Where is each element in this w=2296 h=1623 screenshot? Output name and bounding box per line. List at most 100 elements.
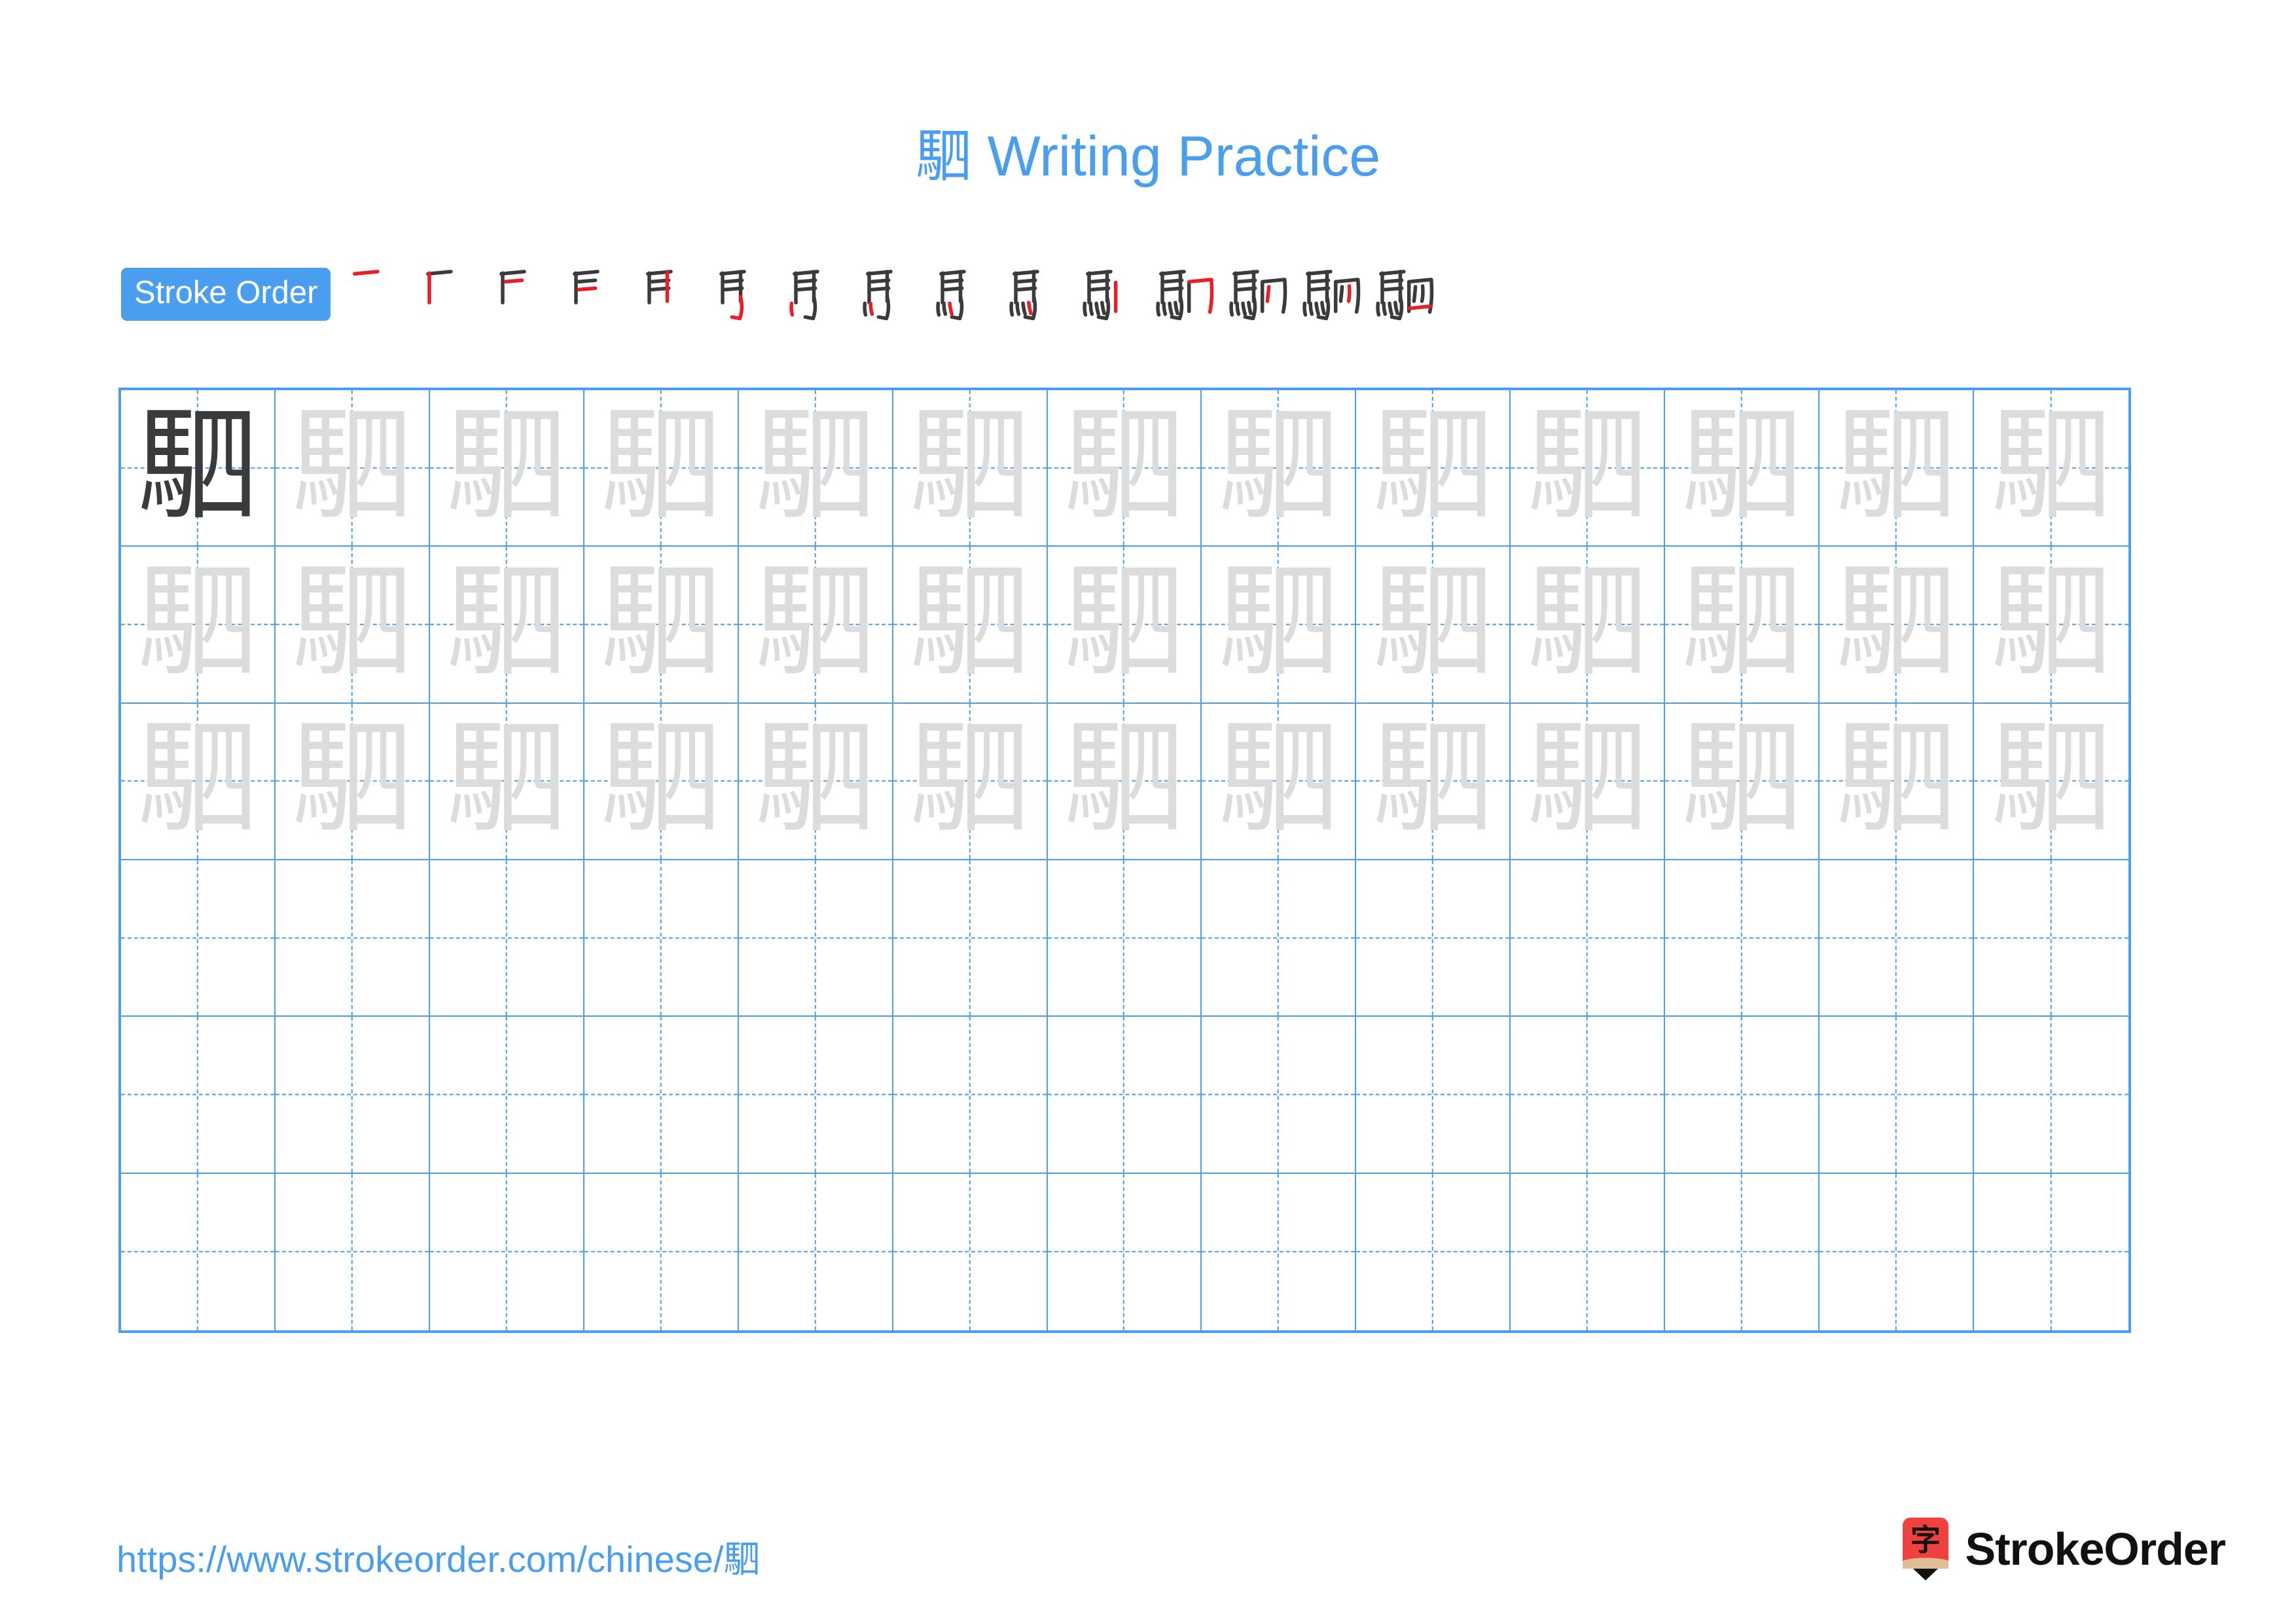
practice-cell-r4-c7[interactable] [1047, 860, 1202, 1017]
practice-cell-r5-c13[interactable] [1974, 1017, 2128, 1174]
practice-cell-r6-c6[interactable] [893, 1173, 1048, 1330]
practice-cell-r1-c9[interactable]: 駟 [1356, 390, 1511, 547]
practice-cell-r5-c10[interactable] [1511, 1017, 1666, 1174]
practice-cell-r3-c12[interactable]: 駟 [1820, 703, 1975, 860]
practice-cell-r2-c12[interactable]: 駟 [1820, 547, 1975, 704]
practice-cell-r5-c7[interactable] [1047, 1017, 1202, 1174]
practice-cell-r1-c12[interactable]: 駟 [1820, 390, 1975, 547]
trace-character: 駟 [445, 550, 567, 693]
practice-cell-r5-c1[interactable] [121, 1017, 276, 1174]
practice-cell-r1-c4[interactable]: 駟 [584, 390, 739, 547]
trace-character: 駟 [1372, 707, 1494, 850]
practice-cell-r5-c11[interactable] [1665, 1017, 1820, 1174]
stroke-step-12 [1147, 258, 1221, 330]
practice-cell-r3-c10[interactable]: 駟 [1511, 703, 1666, 860]
practice-cell-r3-c13[interactable]: 駟 [1974, 704, 2128, 860]
practice-cell-r4-c5[interactable] [738, 860, 893, 1017]
practice-cell-r4-c11[interactable] [1665, 860, 1820, 1017]
stroke-step-10 [1001, 258, 1074, 330]
practice-cell-r2-c7[interactable]: 駟 [1047, 547, 1202, 704]
practice-cell-r4-c3[interactable] [429, 860, 584, 1017]
trace-character: 駟 [1372, 393, 1494, 536]
practice-cell-r5-c6[interactable] [893, 1017, 1048, 1174]
practice-cell-r3-c9[interactable]: 駟 [1356, 703, 1511, 860]
practice-cell-r4-c9[interactable] [1356, 860, 1511, 1017]
practice-cell-r1-c11[interactable]: 駟 [1665, 390, 1820, 547]
practice-cell-r2-c1[interactable]: 駟 [121, 547, 276, 704]
practice-cell-r6-c13[interactable] [1974, 1174, 2128, 1330]
svg-text:字: 字 [1910, 1522, 1941, 1558]
stroke-step-4 [561, 258, 634, 330]
practice-cell-r4-c13[interactable] [1974, 860, 2128, 1017]
practice-cell-r3-c8[interactable]: 駟 [1202, 703, 1357, 860]
practice-cell-r3-c2[interactable]: 駟 [275, 703, 430, 860]
practice-cell-r6-c2[interactable] [276, 1173, 430, 1330]
practice-cell-r5-c8[interactable] [1202, 1017, 1357, 1174]
practice-cell-r6-c7[interactable] [1048, 1173, 1202, 1330]
practice-cell-r6-c4[interactable] [584, 1173, 739, 1330]
practice-cell-r3-c11[interactable]: 駟 [1665, 703, 1820, 860]
trace-character: 駟 [1063, 550, 1185, 693]
practice-cell-r1-c10[interactable]: 駟 [1511, 390, 1666, 547]
practice-cell-r6-c3[interactable] [430, 1173, 584, 1330]
practice-cell-r2-c4[interactable]: 駟 [584, 547, 739, 704]
practice-cell-r6-c11[interactable] [1665, 1173, 1820, 1330]
stroke-order-section: Stroke Order [121, 258, 2163, 330]
practice-cell-r1-c7[interactable]: 駟 [1047, 390, 1202, 547]
practice-cell-r6-c1[interactable] [121, 1173, 276, 1330]
practice-cell-r4-c6[interactable] [893, 860, 1048, 1017]
practice-cell-r6-c8[interactable] [1202, 1173, 1357, 1330]
practice-cell-r6-c12[interactable] [1820, 1173, 1975, 1330]
trace-character: 駟 [600, 707, 722, 850]
practice-cell-r5-c5[interactable] [738, 1017, 893, 1174]
practice-cell-r1-c3[interactable]: 駟 [429, 390, 584, 547]
stroke-order-badge: Stroke Order [121, 267, 331, 321]
practice-cell-r3-c7[interactable]: 駟 [1047, 703, 1202, 860]
practice-cell-r3-c1[interactable]: 駟 [121, 703, 276, 860]
stroke-step-1 [341, 258, 414, 330]
brand-logo[interactable]: 字 StrokeOrder [1900, 1518, 2226, 1580]
practice-cell-r3-c6[interactable]: 駟 [893, 703, 1048, 860]
trace-character: 駟 [1835, 707, 1958, 850]
practice-cell-r1-c1[interactable]: 駟 [121, 390, 276, 547]
practice-cell-r1-c6[interactable]: 駟 [893, 390, 1048, 547]
footer-url[interactable]: https://www.strokeorder.com/chinese/駟 [117, 1530, 761, 1583]
practice-cell-r6-c9[interactable] [1356, 1173, 1511, 1330]
practice-cell-r1-c5[interactable]: 駟 [738, 390, 893, 547]
practice-cell-r2-c5[interactable]: 駟 [738, 547, 893, 704]
practice-cell-r4-c8[interactable] [1202, 860, 1357, 1017]
trace-character: 駟 [1835, 393, 1958, 536]
practice-cell-r2-c9[interactable]: 駟 [1356, 547, 1511, 704]
practice-cell-r1-c13[interactable]: 駟 [1974, 390, 2128, 547]
practice-cell-r6-c5[interactable] [739, 1173, 893, 1330]
practice-cell-r5-c2[interactable] [275, 1017, 430, 1174]
practice-cell-r2-c10[interactable]: 駟 [1511, 547, 1666, 704]
practice-cell-r1-c8[interactable]: 駟 [1202, 390, 1357, 547]
practice-cell-r3-c3[interactable]: 駟 [429, 703, 584, 860]
practice-cell-r2-c3[interactable]: 駟 [429, 547, 584, 704]
practice-cell-r4-c12[interactable] [1820, 860, 1975, 1017]
practice-cell-r5-c9[interactable] [1356, 1017, 1511, 1174]
practice-cell-r2-c8[interactable]: 駟 [1202, 547, 1357, 704]
practice-cell-r4-c2[interactable] [275, 860, 430, 1017]
practice-cell-r3-c5[interactable]: 駟 [738, 703, 893, 860]
practice-cell-r2-c11[interactable]: 駟 [1665, 547, 1820, 704]
practice-cell-r5-c4[interactable] [584, 1017, 739, 1174]
practice-cell-r1-c2[interactable]: 駟 [275, 390, 430, 547]
trace-character: 駟 [1990, 550, 2113, 693]
trace-character: 駟 [1217, 550, 1340, 693]
practice-cell-r2-c2[interactable]: 駟 [275, 547, 430, 704]
practice-cell-r5-c3[interactable] [429, 1017, 584, 1174]
trace-character: 駟 [291, 393, 413, 536]
practice-cell-r6-c10[interactable] [1511, 1173, 1666, 1330]
practice-grid: 駟駟駟駟駟駟駟駟駟駟駟駟駟駟駟駟駟駟駟駟駟駟駟駟駟駟駟駟駟駟駟駟駟駟駟駟駟駟駟 [118, 388, 2131, 1333]
trace-character: 駟 [1063, 707, 1185, 850]
practice-cell-r2-c13[interactable]: 駟 [1974, 547, 2128, 704]
practice-cell-r5-c12[interactable] [1820, 1017, 1975, 1174]
practice-cell-r3-c4[interactable]: 駟 [584, 703, 739, 860]
practice-cell-r2-c6[interactable]: 駟 [893, 547, 1048, 704]
stroke-step-11 [1074, 258, 1147, 330]
practice-cell-r4-c1[interactable] [121, 860, 276, 1017]
practice-cell-r4-c4[interactable] [584, 860, 739, 1017]
practice-cell-r4-c10[interactable] [1511, 860, 1666, 1017]
